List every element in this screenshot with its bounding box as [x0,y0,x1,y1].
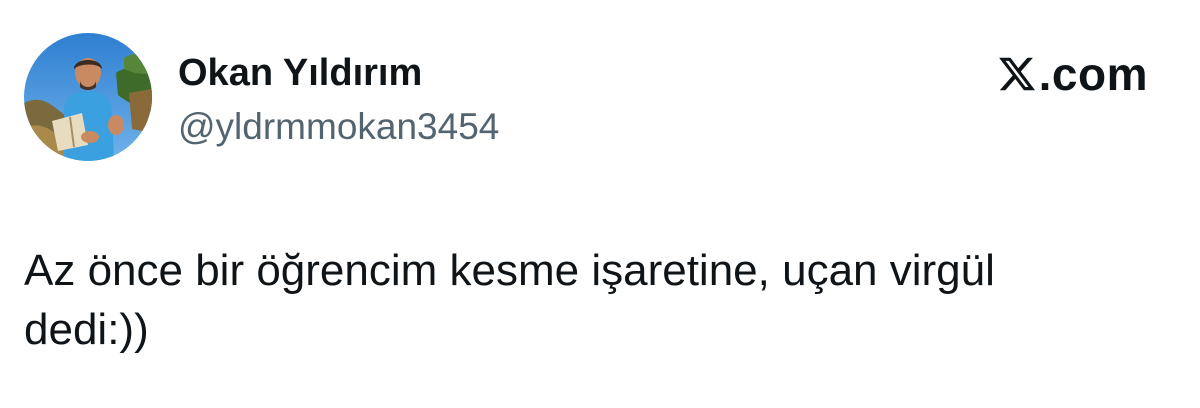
avatar-photo [24,33,152,161]
tweet-text: Az önce bir öğrencim kesme işaretine, uç… [24,246,995,354]
x-logo-icon [998,57,1035,91]
avatar[interactable] [24,33,152,161]
brand-domain-label: .com [1038,48,1148,100]
brand-link[interactable]: .com [997,46,1148,102]
author-handle[interactable]: @yldrmmokan3454 [178,104,499,150]
tweet-card: Okan Yıldırım @yldrmmokan3454 .com Az ön… [0,0,1200,408]
author-display-name[interactable]: Okan Yıldırım [178,50,422,96]
